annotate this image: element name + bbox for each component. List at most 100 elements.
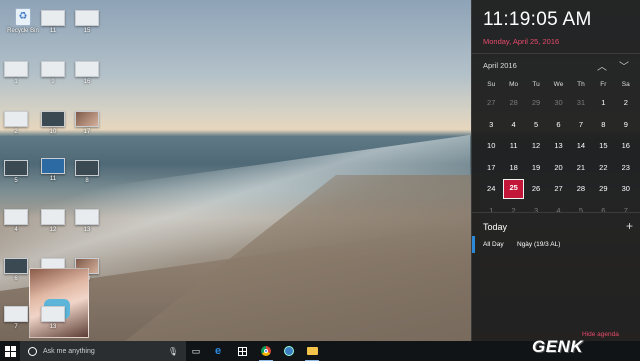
calendar-day[interactable]: 22 xyxy=(592,157,614,179)
genk-watermark-logo: GENK xyxy=(532,337,584,356)
icon-label: 5 xyxy=(14,178,18,184)
task-view-button[interactable]: ▭ xyxy=(186,341,206,361)
calendar-day[interactable]: 3 xyxy=(525,200,547,222)
calendar-day[interactable]: 2 xyxy=(502,200,524,222)
calendar-day[interactable]: 20 xyxy=(547,157,569,179)
calendar-day-today[interactable]: 25 xyxy=(502,178,525,200)
icon-label: 8 xyxy=(85,178,89,184)
browser-button[interactable] xyxy=(279,341,299,361)
chevron-down-icon[interactable]: ﹀ xyxy=(619,58,629,73)
desktop-file-icon[interactable]: 2 xyxy=(0,111,36,135)
calendar-day[interactable]: 19 xyxy=(525,157,547,179)
file-thumbnail xyxy=(41,209,65,225)
calendar-day[interactable]: 4 xyxy=(502,114,524,136)
calendar-day[interactable]: 6 xyxy=(547,114,569,136)
file-thumbnail xyxy=(4,111,28,127)
hide-agenda-link[interactable]: Hide agenda xyxy=(582,331,619,338)
file-thumbnail xyxy=(4,306,28,322)
calendar-day[interactable]: 16 xyxy=(615,135,637,157)
calendar-day[interactable]: 1 xyxy=(592,92,614,114)
icon-label: 7 xyxy=(14,324,18,330)
icon-label: 4 xyxy=(14,227,18,233)
calendar-day[interactable]: 29 xyxy=(592,178,614,200)
store-icon xyxy=(237,346,247,356)
calendar-day[interactable]: 2 xyxy=(615,92,637,114)
calendar-day[interactable]: 15 xyxy=(592,135,614,157)
file-thumbnail xyxy=(41,111,65,127)
file-thumbnail xyxy=(75,61,99,77)
calendar-day[interactable]: 12 xyxy=(525,135,547,157)
desktop-file-icon[interactable]: 15 xyxy=(67,10,107,34)
calendar-day[interactable]: 30 xyxy=(547,92,569,114)
clock-time: 11:19:05 AM xyxy=(483,9,592,30)
store-button[interactable] xyxy=(232,341,252,361)
add-event-icon[interactable]: + xyxy=(626,219,633,233)
desktop-file-icon[interactable]: 5 xyxy=(0,160,36,184)
calendar-day[interactable]: 14 xyxy=(570,135,592,157)
weekday-header: We xyxy=(553,81,564,88)
divider xyxy=(472,53,640,54)
file-thumbnail xyxy=(75,111,99,127)
calendar-day[interactable]: 5 xyxy=(525,114,547,136)
microphone-icon[interactable]: 🎙 xyxy=(168,347,178,356)
desktop-file-icon[interactable]: 7 xyxy=(0,306,36,330)
calendar-day[interactable]: 29 xyxy=(525,92,547,114)
calendar-day[interactable]: 30 xyxy=(615,178,637,200)
icon-label: 13 xyxy=(49,324,57,330)
weekday-header: Mo xyxy=(509,81,519,88)
calendar-day[interactable]: 5 xyxy=(570,200,592,222)
recycle-icon: ♻ xyxy=(15,8,31,26)
calendar-day[interactable]: 6 xyxy=(592,200,614,222)
calendar-day[interactable]: 21 xyxy=(570,157,592,179)
calendar-day[interactable]: 26 xyxy=(525,178,547,200)
file-thumbnail xyxy=(4,209,28,225)
icon-label: 1 xyxy=(14,79,18,85)
full-date-link[interactable]: Monday, April 25, 2016 xyxy=(483,37,559,46)
weekday-header: Sa xyxy=(621,81,630,88)
calendar-day[interactable]: 31 xyxy=(570,92,592,114)
desktop-file-icon[interactable]: 13 xyxy=(33,306,73,330)
calendar-day[interactable]: 3 xyxy=(480,114,502,136)
calendar-day[interactable]: 9 xyxy=(615,114,637,136)
desktop-file-icon[interactable]: 1 xyxy=(0,61,36,85)
calendar-day[interactable]: 27 xyxy=(547,178,569,200)
icon-label: 17 xyxy=(83,129,91,135)
desktop-file-icon[interactable]: 4 xyxy=(0,209,36,233)
calendar-day[interactable]: 7 xyxy=(570,114,592,136)
chevron-up-icon[interactable]: ︿ xyxy=(597,58,607,73)
calendar-day[interactable]: 8 xyxy=(592,114,614,136)
calendar-day[interactable]: 28 xyxy=(570,178,592,200)
calendar-day[interactable]: 10 xyxy=(480,135,502,157)
calendar-flyout: 11:19:05 AM Monday, April 25, 2016 April… xyxy=(471,0,640,341)
file-thumbnail xyxy=(41,306,65,322)
file-thumbnail xyxy=(4,160,28,176)
calendar-day[interactable]: 23 xyxy=(615,157,637,179)
calendar-day[interactable]: 24 xyxy=(480,178,502,200)
desktop-file-icon[interactable]: 8 xyxy=(67,160,107,184)
calendar-day[interactable]: 13 xyxy=(547,135,569,157)
calendar-day[interactable]: 1 xyxy=(480,200,502,222)
calendar-day[interactable]: 18 xyxy=(502,157,524,179)
chrome-button[interactable] xyxy=(256,341,276,361)
file-explorer-button[interactable] xyxy=(302,341,322,361)
chrome-icon xyxy=(261,346,271,356)
search-placeholder: Ask me anything xyxy=(43,347,95,355)
file-thumbnail xyxy=(41,10,65,26)
desktop-file-icon[interactable]: 13 xyxy=(67,209,107,233)
desktop-file-icon[interactable]: 17 xyxy=(67,111,107,135)
start-button[interactable] xyxy=(0,341,20,361)
icon-label: 15 xyxy=(83,28,91,34)
cortana-search-box[interactable]: Ask me anything 🎙 xyxy=(20,341,186,361)
calendar-day[interactable]: 11 xyxy=(502,135,524,157)
agenda-event-title[interactable]: Ngày (19/3 AL) xyxy=(517,241,560,248)
weekday-header: Fr xyxy=(600,81,607,88)
calendar-day[interactable]: 28 xyxy=(502,92,524,114)
desktop-file-icon[interactable]: 16 xyxy=(67,61,107,85)
calendar-day[interactable]: 4 xyxy=(547,200,569,222)
calendar-day[interactable]: 17 xyxy=(480,157,502,179)
icon-label: 16 xyxy=(83,79,91,85)
icon-label: 13 xyxy=(83,227,91,233)
calendar-day[interactable]: 27 xyxy=(480,92,502,114)
edge-button[interactable]: e xyxy=(208,341,228,361)
month-year-label[interactable]: April 2016 xyxy=(483,61,517,70)
